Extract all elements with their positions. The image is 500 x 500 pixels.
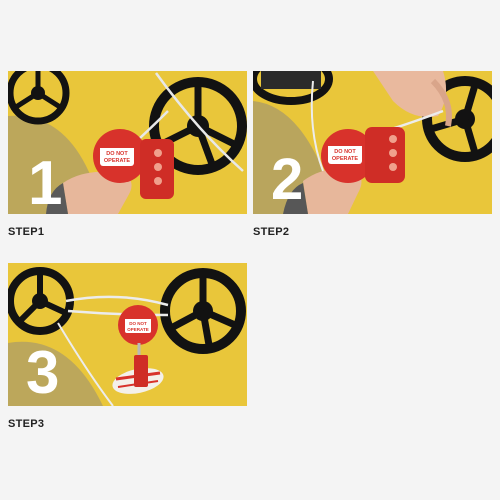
- sign-text-line2: OPERATE: [332, 156, 359, 162]
- step-3-label: STEP3: [8, 418, 45, 430]
- sign-text-line2: OPERATE: [127, 327, 148, 332]
- sign-text-line1: DO NOT: [334, 149, 356, 155]
- step-2-illustration: DO NOT OPERATE 2: [253, 71, 492, 214]
- step-1-illustration: DO NOT OPERATE 1: [8, 71, 247, 214]
- step-number: 2: [271, 147, 303, 212]
- sign-text-line2: OPERATE: [104, 158, 131, 164]
- step-1-label: STEP1: [8, 226, 45, 238]
- step-3-photo: DO NOT OPERATE 3: [8, 263, 247, 406]
- step-2-photo: DO NOT OPERATE 2: [253, 71, 492, 214]
- sign-text-line1: DO NOT: [129, 321, 147, 326]
- sign-text-line1: DO NOT: [106, 151, 128, 157]
- step-1-photo: DO NOT OPERATE 1: [8, 71, 247, 214]
- step-number: 3: [26, 339, 59, 406]
- step-number: 1: [28, 149, 62, 214]
- step-2-label: STEP2: [253, 226, 290, 238]
- step-3-illustration: DO NOT OPERATE 3: [8, 263, 247, 406]
- cable-lockout-device: DO NOT OPERATE: [321, 127, 405, 183]
